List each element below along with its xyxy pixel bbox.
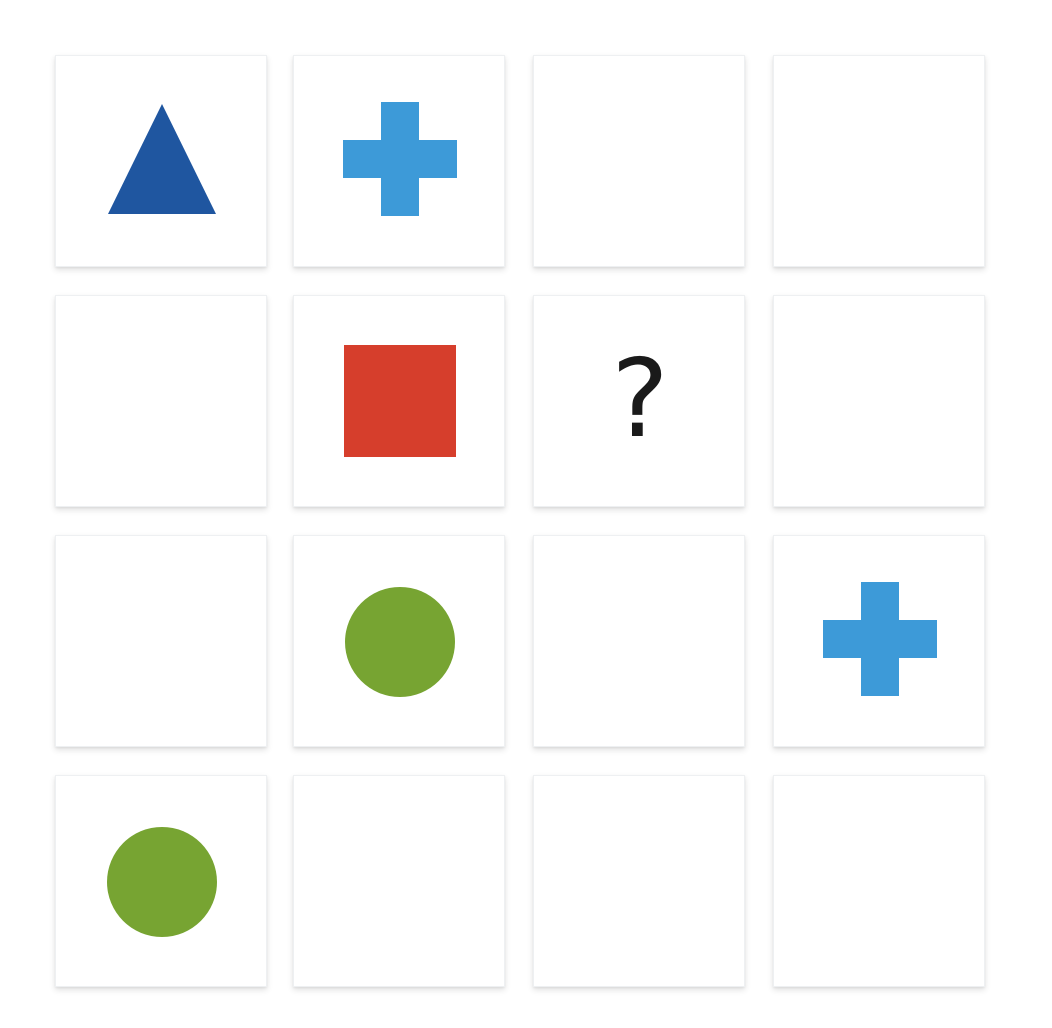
cell-content — [534, 56, 746, 268]
cell-content — [56, 536, 268, 748]
grid-cell-r2-c1[interactable] — [55, 295, 267, 507]
cell-content — [774, 776, 986, 988]
cross-icon — [343, 102, 457, 216]
circle-icon — [345, 587, 455, 697]
grid-cell-r1-c1[interactable] — [55, 55, 267, 267]
grid-cell-r4-c3[interactable] — [533, 775, 745, 987]
cell-content — [56, 776, 268, 988]
cross-icon — [823, 582, 937, 696]
cell-content — [534, 536, 746, 748]
grid-cell-r4-c1[interactable] — [55, 775, 267, 987]
cell-content — [774, 536, 986, 748]
square-icon — [344, 345, 456, 457]
grid-cell-r3-c2[interactable] — [293, 535, 505, 747]
grid-cell-r2-c2[interactable] — [293, 295, 505, 507]
puzzle-grid: ? — [0, 0, 1052, 1028]
grid-cell-r1-c4[interactable] — [773, 55, 985, 267]
circle-icon — [107, 827, 217, 937]
cell-content — [56, 296, 268, 508]
cell-content — [294, 296, 506, 508]
grid-cell-r3-c4[interactable] — [773, 535, 985, 747]
grid-cell-r4-c2[interactable] — [293, 775, 505, 987]
cell-content — [774, 56, 986, 268]
grid-cell-r2-c4[interactable] — [773, 295, 985, 507]
grid-cell-r1-c2[interactable] — [293, 55, 505, 267]
cell-content — [774, 296, 986, 508]
cell-content — [294, 536, 506, 748]
grid-cell-r1-c3[interactable] — [533, 55, 745, 267]
grid-cell-r3-c1[interactable] — [55, 535, 267, 747]
question-mark: ? — [611, 337, 669, 462]
cell-content — [294, 56, 506, 268]
cell-content — [294, 776, 506, 988]
grid-cell-r4-c4[interactable] — [773, 775, 985, 987]
triangle-icon — [108, 104, 216, 214]
cell-content — [56, 56, 268, 268]
cell-content — [534, 776, 746, 988]
grid-cell-r2-c3[interactable]: ? — [533, 295, 745, 507]
cell-content: ? — [534, 296, 746, 508]
grid-cell-r3-c3[interactable] — [533, 535, 745, 747]
